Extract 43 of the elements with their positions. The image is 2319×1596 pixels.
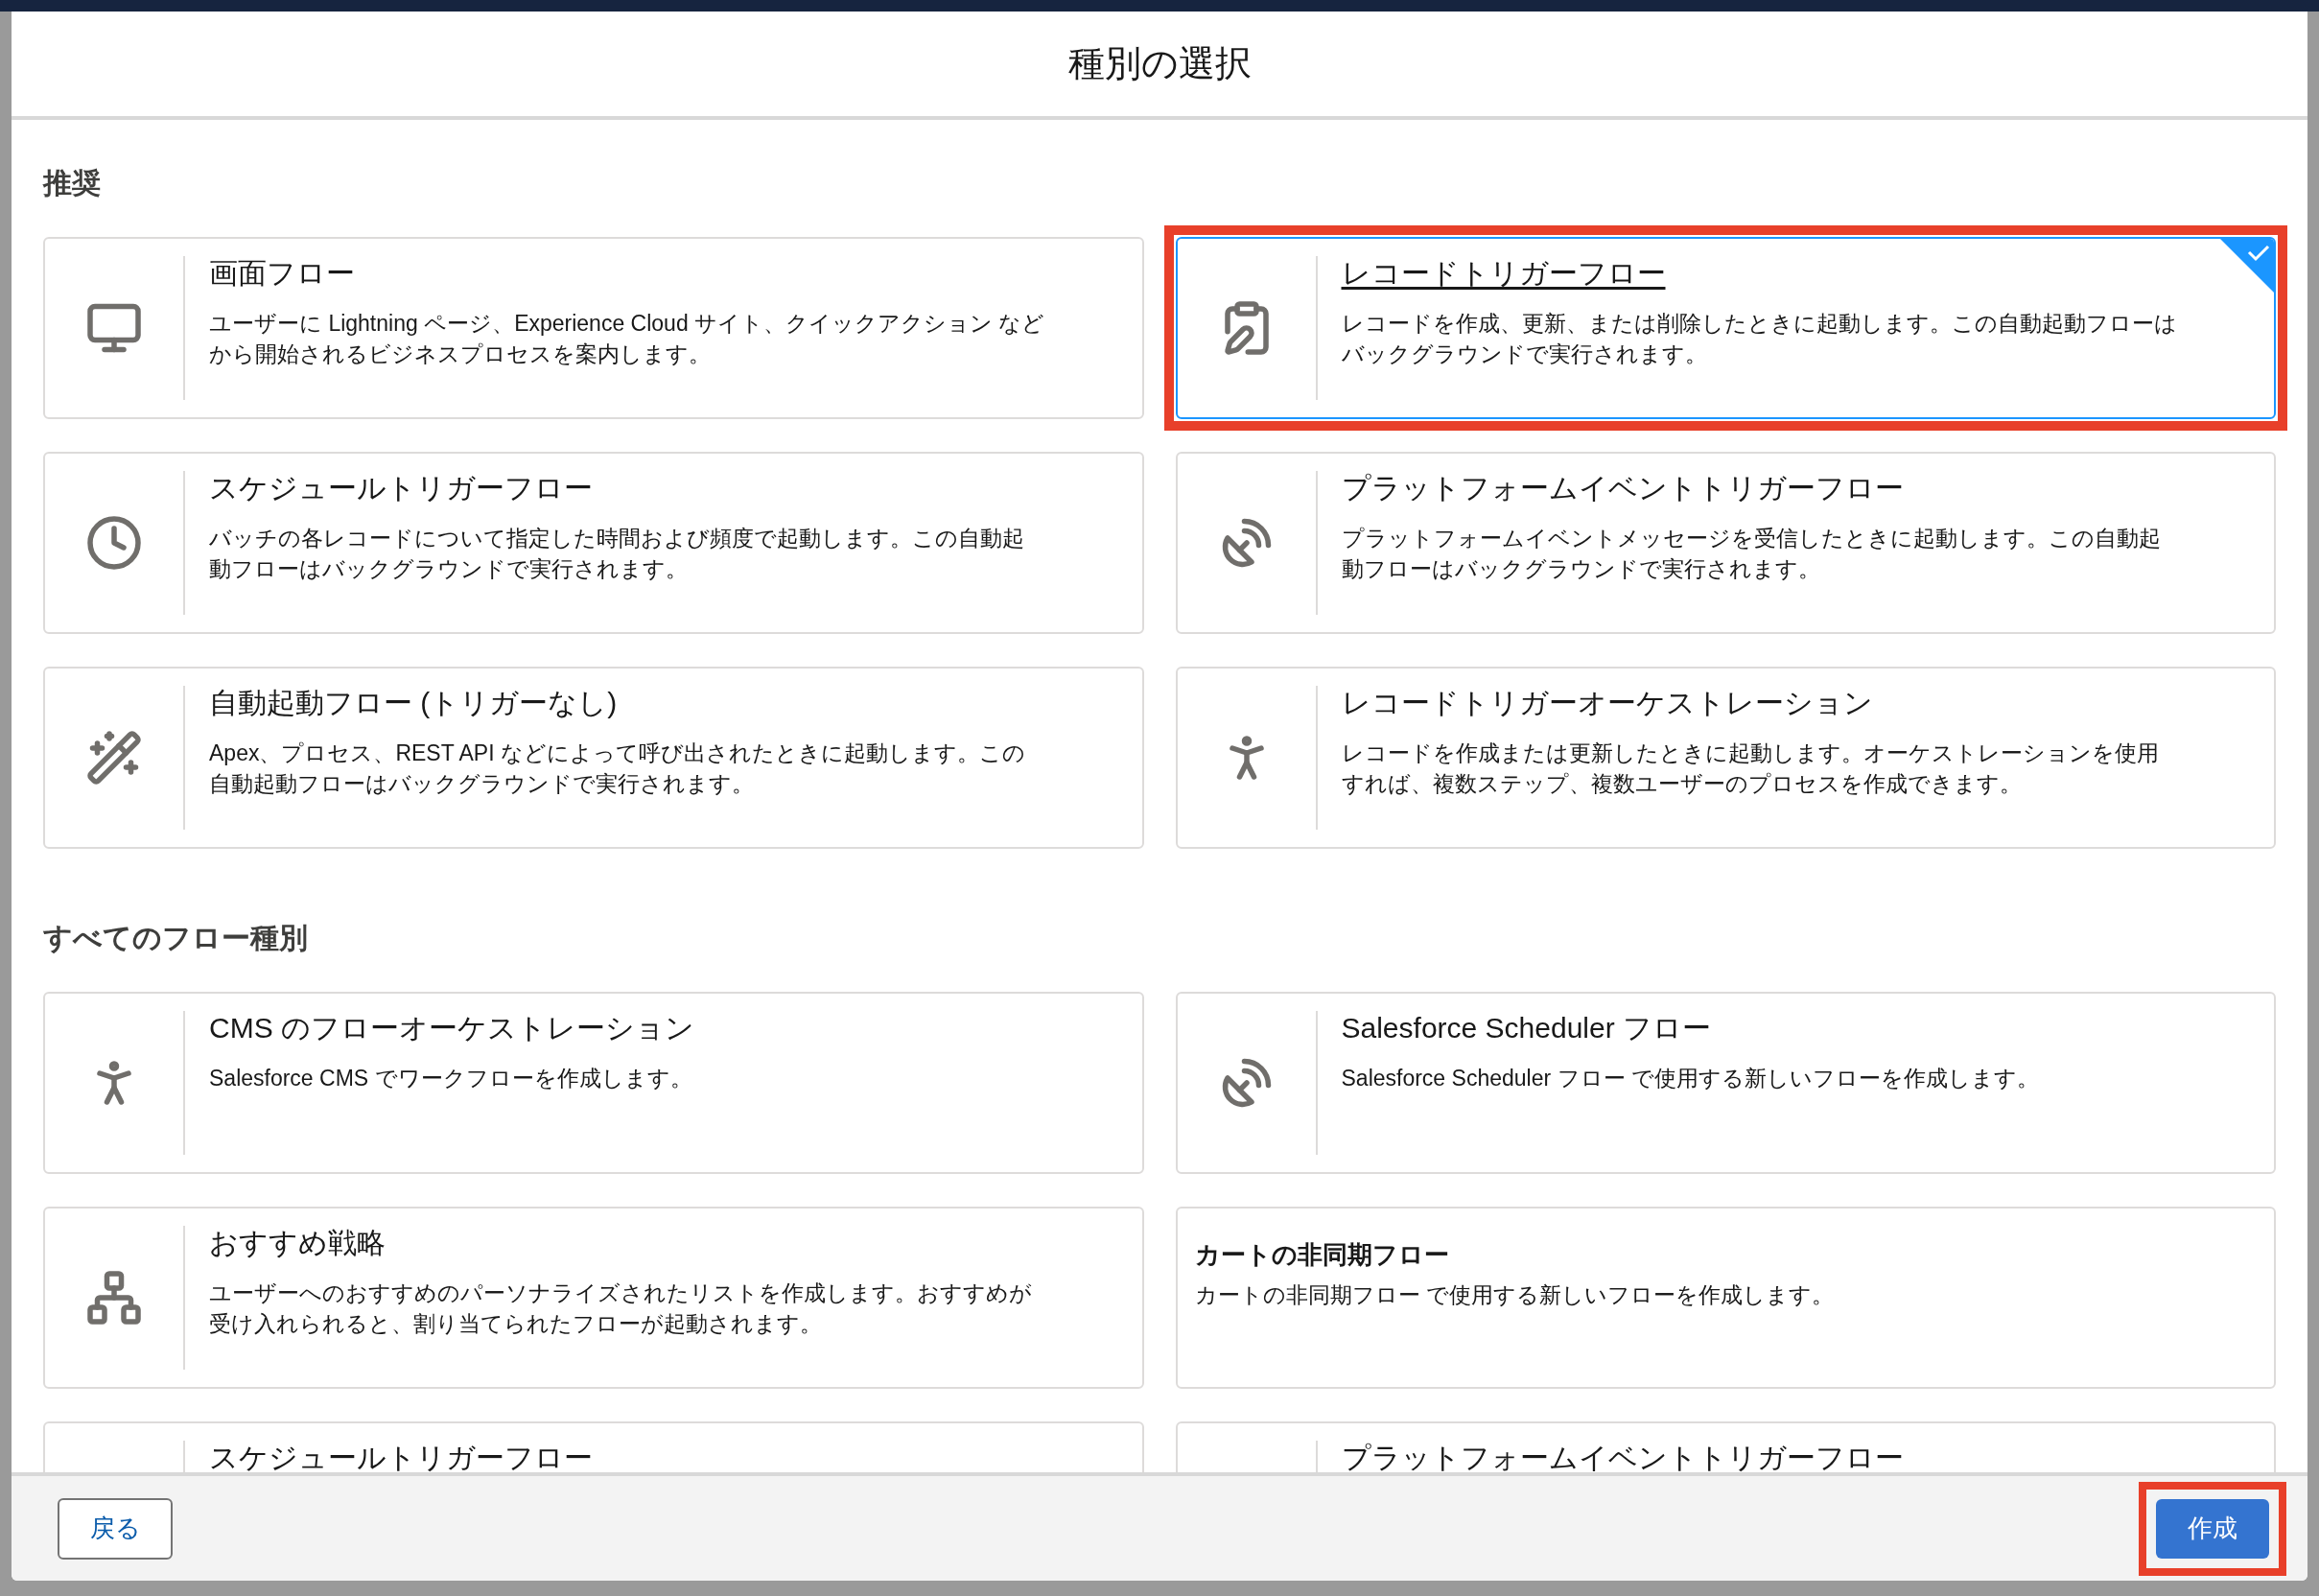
flow-type-card[interactable]: CMS のフローオーケストレーション Salesforce CMS でワークフローを作成します。 [43,992,1144,1174]
card-description: Apex、プロセス、REST API などによって呼び出されたときに起動します。この自動起動フローはバックグラウンドで実行されます。 [209,739,1026,798]
card-description: カートの非同期フロー で使用する新しいフローを作成します。 [1194,1281,1834,1309]
dialog-title: 種別の選択 [1067,42,1252,85]
flow-type-card[interactable]: レコードトリガーオーケストレーション レコードを作成または更新したときに起動します。オーケストレーションを使用すれば、複数ステップ、複数ユーザーのプロセスを作成できます。 [1175,667,2276,849]
back-button[interactable]: 戻る [58,1497,173,1560]
flow-type-card[interactable]: Salesforce Scheduler フロー Salesforce Scheduler フロー で使用する新しいフローを作成します。 [1175,992,2276,1174]
card-title: スケジュールトリガーフロー [209,471,594,505]
card-title: Salesforce Scheduler フロー [1341,1011,1712,1045]
flow-type-card[interactable]: おすすめ戦略 ユーザーへのおすすめのパーソナライズされたリストを作成します。おすすめが受け入れられると、割り当てられたフローが起動されます。 [43,1207,1144,1389]
flow-type-card[interactable]: プラットフォームイベントトリガーフロー プラットフォームイベントメッセージを受信したときに起動します。この自動起動フローはバックグラウンドで実行されます。 [1175,452,2276,634]
card-description: レコードを作成、更新、または削除したときに起動します。この自動起動フローはバックグラウンドで実行されます。 [1341,310,2178,368]
card-title: プラットフォームイベントトリガーフロー [1341,1441,1904,1472]
flow-type-card[interactable]: プラットフォームイベントトリガーフロー [1175,1421,2276,1472]
flow-type-card[interactable]: スケジュールトリガーフロー バッチの各レコードについて指定した時間および頻度で起動します。この自動起動フローはバックグラウンドで実行されます。 [43,452,1144,634]
card-description: バッチの各レコードについて指定した時間および頻度で起動します。この自動起動フローはバックグラウンドで実行されます。 [209,525,1025,583]
section-heading: すべてのフロー種別 [43,921,309,955]
magic-wand-icon [85,729,143,786]
section-heading: 推奨 [43,166,102,200]
flow-type-card[interactable]: スケジュールトリガーフロー [43,1421,1144,1472]
card-title: カートの非同期フロー [1194,1239,1450,1271]
card-title: CMS のフローオーケストレーション [209,1011,694,1045]
card-description: ユーザーに Lightning ページ、Experience Cloud サイト、クイックアクション などから開始されるビジネスプロセスを案内します。 [209,310,1046,368]
card-description: Salesforce CMS でワークフローを作成します。 [209,1065,693,1092]
card-description: Salesforce Scheduler フロー で使用する新しいフローを作成します。 [1341,1065,2039,1092]
card-title: おすすめ戦略 [209,1226,386,1260]
card-title: プラットフォームイベントトリガーフロー [1341,471,1905,505]
flow-type-card[interactable]: カートの非同期フロー カートの非同期フロー で使用する新しいフローを作成します。 [1175,1207,2276,1389]
flow-type-card[interactable]: レコードトリガーフロー レコードを作成、更新、または削除したときに起動します。この自動起動フローはバックグラウンドで実行されます。 [1175,237,2276,419]
card-title: スケジュールトリガーフロー [209,1441,593,1472]
card-description: ユーザーへのおすすめのパーソナライズされたリストを作成します。おすすめが受け入れられると、割り当てられたフローが起動されます。 [209,1279,1033,1338]
card-title: レコードトリガーフロー [1341,256,1667,291]
card-title: 自動起動フロー (トリガーなし) [209,686,619,720]
card-description: レコードを作成または更新したときに起動します。オーケストレーションを使用すれば、複数ステップ、複数ユーザーのプロセスを作成できます。 [1341,739,2160,798]
card-title: レコードトリガーオーケストレーション [1341,686,1874,720]
flow-type-card[interactable]: 画面フロー ユーザーに Lightning ページ、Experience Cloud サイト、クイックアクション などから開始されるビジネスプロセスを案内します。 [43,237,1144,419]
flow-type-card[interactable]: 自動起動フロー (トリガーなし) Apex、プロセス、REST API などによって呼び出されたときに起動します。この自動起動フローはバックグラウンドで実行されます。 [43,667,1144,849]
hierarchy-icon [85,1269,143,1326]
card-title: 画面フロー [209,256,356,291]
card-description: プラットフォームイベントメッセージを受信したときに起動します。この自動起動フローはバックグラウンドで実行されます。 [1341,525,2162,583]
selected-check-icon [2220,239,2274,293]
create-button[interactable]: 作成 [2156,1498,2269,1559]
clock-icon [85,514,143,572]
